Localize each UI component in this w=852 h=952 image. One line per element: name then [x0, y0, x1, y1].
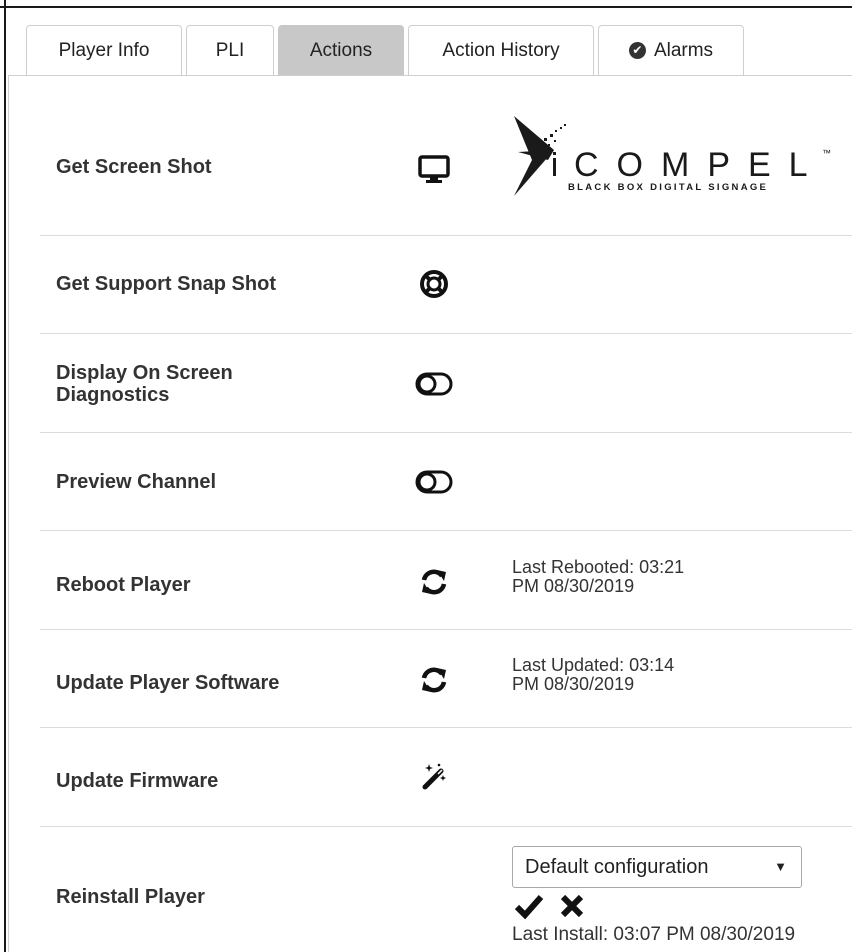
info-line: PM 08/30/2019: [512, 576, 635, 596]
tab-bar: Player Info PLI Actions Action History ✔…: [26, 25, 748, 75]
row-separator: [40, 629, 852, 630]
confirm-check-icon[interactable]: [514, 892, 544, 920]
chevron-down-icon: ▼: [774, 859, 787, 874]
tab-label: Actions: [309, 39, 373, 61]
tab-label: Player Info: [58, 39, 150, 61]
tab-actions[interactable]: Actions: [278, 25, 404, 75]
action-row-preview-channel: Preview Channel: [40, 460, 852, 504]
refresh-icon[interactable]: [414, 562, 454, 602]
row-separator: [40, 727, 852, 728]
cancel-x-icon[interactable]: [558, 892, 586, 920]
last-updated: Last Updated: 03:14 PM 08/30/2019: [512, 656, 674, 694]
tab-alarms[interactable]: ✔ Alarms: [598, 25, 744, 75]
tab-content-border: [8, 75, 852, 76]
tab-label: PLI: [215, 39, 245, 61]
life-ring-icon[interactable]: [414, 264, 454, 304]
row-separator: [40, 826, 852, 827]
toggle-off-icon[interactable]: [414, 364, 454, 404]
action-label: Update Firmware: [56, 770, 219, 792]
window-left-edge: [0, 0, 6, 952]
tab-player-info[interactable]: Player Info: [26, 25, 182, 75]
action-label: Update Player Software: [56, 672, 280, 694]
row-separator: [40, 333, 852, 334]
action-row-diagnostics: Display On Screen Diagnostics: [40, 362, 852, 406]
action-label-line: Diagnostics: [56, 384, 170, 406]
action-row-update-firmware: Update Firmware: [40, 756, 852, 796]
last-rebooted: Last Rebooted: 03:21 PM 08/30/2019: [512, 558, 684, 596]
configuration-select[interactable]: Default configuration ▼: [512, 846, 802, 888]
info-line: Last Rebooted: 03:21: [512, 557, 685, 577]
action-label-line: Display On Screen: [56, 362, 233, 384]
info-line: PM 08/30/2019: [512, 674, 635, 694]
action-label: Reboot Player: [56, 574, 191, 596]
action-row-update-software: Update Player Software Last Updated: 03:…: [40, 656, 852, 700]
magic-wand-icon[interactable]: [414, 756, 454, 796]
action-label: Get Support Snap Shot: [56, 273, 276, 295]
check-circle-icon: ✔: [628, 42, 646, 59]
monitor-icon[interactable]: [414, 150, 454, 190]
select-value: Default configuration: [525, 856, 709, 878]
action-row-reboot: Reboot Player Last Rebooted: 03:21 PM 08…: [40, 558, 852, 602]
row-separator: [40, 235, 852, 236]
action-label: Reinstall Player: [56, 886, 205, 908]
window-top-edge: [0, 0, 852, 8]
action-label: Get Screen Shot: [56, 156, 212, 178]
tab-label: Action History: [442, 39, 560, 61]
tab-action-history[interactable]: Action History: [408, 25, 594, 75]
row-separator: [40, 432, 852, 433]
last-install: Last Install: 03:07 PM 08/30/2019: [512, 924, 796, 945]
tab-label: Alarms: [653, 39, 714, 61]
toggle-off-icon[interactable]: [414, 462, 454, 502]
action-row-support-snapshot: Get Support Snap Shot: [40, 264, 852, 304]
row-separator: [40, 530, 852, 531]
action-row-screen-shot: Get Screen Shot: [40, 150, 852, 190]
tab-pli[interactable]: PLI: [186, 25, 274, 75]
action-label: Display On Screen Diagnostics: [56, 362, 233, 406]
info-line: Last Updated: 03:14: [512, 655, 675, 675]
action-label: Preview Channel: [56, 471, 217, 493]
panel-left-border: [8, 75, 9, 952]
refresh-icon[interactable]: [414, 660, 454, 700]
